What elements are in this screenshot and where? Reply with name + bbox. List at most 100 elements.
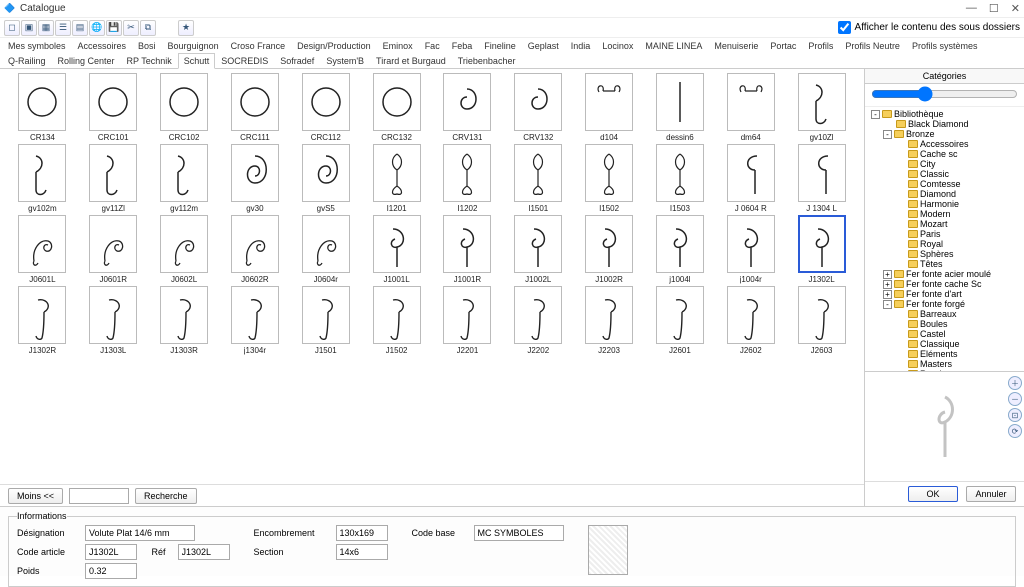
tool-grid-icon[interactable]: ▦ <box>38 20 54 36</box>
symbol-thumbnail[interactable] <box>443 286 491 344</box>
section-field[interactable] <box>336 544 388 560</box>
tool-star-icon[interactable]: ★ <box>178 20 194 36</box>
tab-bourguignon[interactable]: Bourguignon <box>162 38 225 53</box>
tree-node[interactable]: Accessoires <box>867 139 1022 149</box>
symbol-item[interactable]: CRC132 <box>362 73 431 142</box>
symbol-item[interactable]: gv102m <box>8 144 77 213</box>
symbol-thumbnail[interactable] <box>160 144 208 202</box>
symbol-thumbnail[interactable] <box>585 73 633 131</box>
symbol-thumbnail[interactable] <box>373 215 421 273</box>
tree-node[interactable]: -Bibliothèque <box>867 109 1022 119</box>
symbol-thumbnail[interactable] <box>373 73 421 131</box>
symbol-item[interactable]: J2603 <box>787 286 856 355</box>
tab-geplast[interactable]: Geplast <box>522 38 565 53</box>
expand-icon[interactable]: + <box>883 290 892 299</box>
symbol-item[interactable]: dessin6 <box>646 73 715 142</box>
symbol-item[interactable]: CRC102 <box>150 73 219 142</box>
tab-profils-neutre[interactable]: Profils Neutre <box>839 38 906 53</box>
symbol-item[interactable]: gv11Zl <box>79 144 148 213</box>
zoom-reset-icon[interactable]: ⟳ <box>1008 424 1022 438</box>
symbol-item[interactable]: d104 <box>575 73 644 142</box>
symbol-thumbnail[interactable] <box>18 286 66 344</box>
tab-socredis[interactable]: SOCREDIS <box>215 53 274 68</box>
designation-field[interactable] <box>85 525 195 541</box>
tab-rp-technik[interactable]: RP Technik <box>121 53 178 68</box>
symbol-thumbnail[interactable] <box>18 215 66 273</box>
tab-feba[interactable]: Feba <box>446 38 479 53</box>
symbol-item[interactable]: J0604r <box>291 215 360 284</box>
symbol-item[interactable]: CRC101 <box>79 73 148 142</box>
tree-node[interactable]: Masters <box>867 359 1022 369</box>
tool-new-icon[interactable]: ◻ <box>4 20 20 36</box>
symbol-thumbnail[interactable] <box>798 73 846 131</box>
symbol-item[interactable]: J2602 <box>716 286 785 355</box>
symbol-item[interactable]: CRC112 <box>291 73 360 142</box>
symbol-thumbnail[interactable] <box>89 73 137 131</box>
symbol-item[interactable]: J1001L <box>362 215 431 284</box>
tool-tree-icon[interactable]: ▤ <box>72 20 88 36</box>
symbol-item[interactable]: J1303L <box>79 286 148 355</box>
symbol-thumbnail[interactable] <box>18 144 66 202</box>
symbol-item[interactable]: J0602L <box>150 215 219 284</box>
symbol-item[interactable]: CR134 <box>8 73 77 142</box>
tree-node[interactable]: City <box>867 159 1022 169</box>
tab-rolling-center[interactable]: Rolling Center <box>52 53 121 68</box>
minimize-icon[interactable]: — <box>966 2 977 15</box>
tab-system-b[interactable]: System'B <box>320 53 370 68</box>
tool-list-icon[interactable]: ☰ <box>55 20 71 36</box>
symbol-thumbnail[interactable] <box>798 286 846 344</box>
tab-locinox[interactable]: Locinox <box>596 38 639 53</box>
tree-node[interactable]: Cache sc <box>867 149 1022 159</box>
tab-fineline[interactable]: Fineline <box>478 38 522 53</box>
symbol-thumbnail[interactable] <box>585 215 633 273</box>
symbol-thumbnail[interactable] <box>514 215 562 273</box>
tab-schutt[interactable]: Schutt <box>178 53 216 69</box>
poids-field[interactable] <box>85 563 137 579</box>
symbol-thumbnail[interactable] <box>160 215 208 273</box>
tree-node[interactable]: +Fer fonte cache Sc <box>867 279 1022 289</box>
cancel-button[interactable]: Annuler <box>966 486 1016 502</box>
tab-accessoires[interactable]: Accessoires <box>72 38 133 53</box>
symbol-thumbnail[interactable] <box>160 73 208 131</box>
tab-triebenbacher[interactable]: Triebenbacher <box>452 53 522 68</box>
tab-profils-syst-mes[interactable]: Profils systèmes <box>906 38 984 53</box>
symbol-thumbnail[interactable] <box>18 73 66 131</box>
symbol-item[interactable]: J1302L <box>787 215 856 284</box>
search-button[interactable]: Recherche <box>135 488 197 504</box>
tab-portac[interactable]: Portac <box>764 38 802 53</box>
symbol-thumbnail[interactable] <box>727 286 775 344</box>
symbol-item[interactable]: CRV132 <box>504 73 573 142</box>
symbol-thumbnail[interactable] <box>373 286 421 344</box>
symbol-item[interactable]: J1002L <box>504 215 573 284</box>
symbol-item[interactable]: J 0604 R <box>716 144 785 213</box>
code-article-field[interactable] <box>85 544 137 560</box>
symbol-thumbnail[interactable] <box>656 215 704 273</box>
show-subfolders-checkbox[interactable]: Afficher le contenu des sous dossiers <box>838 21 1020 34</box>
symbol-item[interactable]: gv112m <box>150 144 219 213</box>
symbol-thumbnail[interactable] <box>443 144 491 202</box>
tab-menuiserie[interactable]: Menuiserie <box>708 38 764 53</box>
symbol-thumbnail[interactable] <box>89 215 137 273</box>
tree-node[interactable]: Castel <box>867 329 1022 339</box>
symbol-item[interactable]: CRV131 <box>433 73 502 142</box>
symbol-thumbnail[interactable] <box>231 144 279 202</box>
tree-node[interactable]: +Fer fonte acier moulé <box>867 269 1022 279</box>
symbol-thumbnail[interactable] <box>160 286 208 344</box>
symbol-item[interactable]: I1202 <box>433 144 502 213</box>
symbol-thumbnail[interactable] <box>302 215 350 273</box>
tree-node[interactable]: Harmonie <box>867 199 1022 209</box>
symbol-item[interactable]: gv10Zl <box>787 73 856 142</box>
symbol-thumbnail[interactable] <box>231 73 279 131</box>
symbol-thumbnail[interactable] <box>443 215 491 273</box>
symbol-thumbnail[interactable] <box>585 286 633 344</box>
tab-profils[interactable]: Profils <box>802 38 839 53</box>
tree-node[interactable]: Classic <box>867 169 1022 179</box>
ref-field[interactable] <box>178 544 230 560</box>
symbol-item[interactable]: J2203 <box>575 286 644 355</box>
tree-node[interactable]: Boules <box>867 319 1022 329</box>
symbol-thumbnail[interactable] <box>798 215 846 273</box>
symbol-item[interactable]: J1501 <box>291 286 360 355</box>
symbol-thumbnail[interactable] <box>443 73 491 131</box>
close-icon[interactable]: ✕ <box>1011 2 1020 15</box>
symbol-thumbnail[interactable] <box>89 144 137 202</box>
